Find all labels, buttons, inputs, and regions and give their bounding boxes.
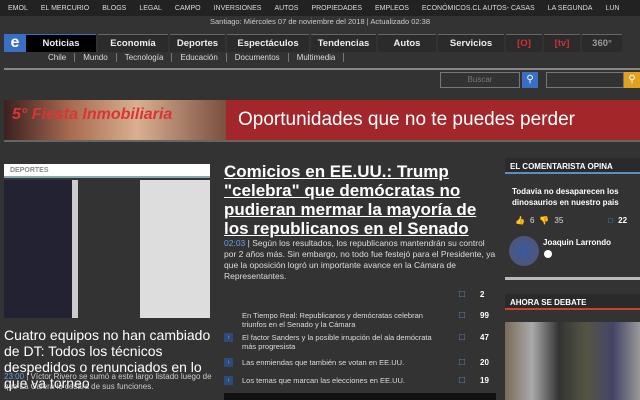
divider — [4, 68, 640, 70]
top-link[interactable]: PROPIEDADES — [311, 5, 362, 12]
comment-count: 22 — [618, 216, 628, 225]
headline[interactable]: Comicios en EE.UU.: Trump "celebra" que … — [224, 162, 494, 238]
top-link[interactable]: INVERSIONES — [214, 5, 262, 12]
votes: 👍 6 👎 35 □ 22 — [515, 216, 627, 225]
story-image[interactable] — [4, 180, 210, 318]
nav-tv-icon[interactable]: [tv] — [544, 34, 580, 52]
sub-nav: Chile Mundo Tecnología Educación Documen… — [40, 53, 345, 62]
story-time: 23:00 — [4, 372, 25, 381]
top-link[interactable]: EMOL — [8, 5, 28, 12]
related-link[interactable]: Las enmiendas que también se votan en EE… — [242, 358, 442, 367]
headline-summary: 02:03 | Según los resultados, los republ… — [224, 238, 496, 282]
comment-icon: □ — [459, 289, 466, 300]
comment-icon: □ — [459, 310, 466, 321]
comment-icon: □ — [459, 357, 466, 368]
nav-espectaculos[interactable]: Espectáculos — [227, 34, 309, 52]
comment-count: 47 — [480, 333, 489, 342]
comment-icon: □ — [459, 332, 466, 343]
top-link[interactable]: LUN — [605, 5, 619, 12]
nav-o-icon[interactable]: [O] — [506, 34, 542, 52]
thumbs-down-icon[interactable]: 👎 — [539, 216, 549, 225]
nav-autos[interactable]: Autos — [378, 34, 436, 52]
subnav-item[interactable]: Multimedia — [289, 53, 345, 62]
opinion-title[interactable]: Todavia no desaparecen los dinosaurios e… — [512, 186, 637, 208]
ad-banner[interactable]: 5° Fiesta Inmobiliaria Oportunidades que… — [4, 100, 640, 142]
main-nav: e Noticias Economía Deportes Espectáculo… — [0, 34, 640, 52]
nav-deportes[interactable]: Deportes — [170, 34, 225, 52]
ad-image: 5° Fiesta Inmobiliaria — [4, 100, 226, 140]
summary-text: | Según los resultados, los republicanos… — [224, 238, 496, 281]
subnav-item[interactable]: Documentos — [227, 53, 289, 62]
search-input[interactable]: Buscar — [440, 72, 520, 88]
top-link[interactable]: LEGAL — [139, 5, 162, 12]
divider — [505, 277, 640, 280]
nav-economia[interactable]: Economía — [98, 34, 168, 52]
comment-icon[interactable]: □ — [608, 216, 613, 225]
nav-tendencias[interactable]: Tendencias — [311, 34, 376, 52]
subnav-item[interactable]: Mundo — [75, 53, 117, 62]
top-link[interactable]: EL MERCURIO — [41, 5, 89, 12]
nav-servicios[interactable]: Servicios — [438, 34, 504, 52]
secondary-search-input[interactable] — [546, 72, 624, 88]
top-link[interactable]: LA SEGUNDA — [548, 5, 593, 12]
ad-text: Oportunidades que no te puedes perder — [226, 100, 640, 140]
comment-count: 20 — [480, 358, 489, 367]
avatar[interactable] — [509, 236, 539, 266]
top-link[interactable]: CAMPO — [175, 5, 201, 12]
debate-header[interactable]: AHORA SE DEBATE — [505, 294, 640, 310]
emol-logo[interactable]: e — [4, 34, 26, 52]
chevron-right-icon: › — [224, 376, 233, 385]
comment-count: 99 — [480, 311, 489, 320]
next-section-bar — [224, 393, 496, 400]
dislike-count: 35 — [554, 216, 564, 225]
subnav-item[interactable]: Tecnología — [117, 53, 173, 62]
subnav-item[interactable]: Chile — [40, 53, 76, 62]
related-link[interactable]: En Tiempo Real: Republicanos y demócrata… — [242, 311, 442, 329]
headline-time: 02:03 — [224, 238, 246, 248]
section-header[interactable]: DEPORTES — [4, 164, 210, 178]
top-link[interactable]: EMPLEOS — [375, 5, 409, 12]
top-links-bar: EMOL EL MERCURIO BLOGS LEGAL CAMPO INVER… — [0, 0, 640, 16]
date-line: Santiago: Miércoles 07 de noviembre del … — [209, 17, 430, 26]
subnav-item[interactable]: Educación — [172, 53, 227, 62]
badge-icon — [544, 250, 552, 258]
comment-icon: □ — [459, 375, 466, 386]
comment-count: 2 — [480, 290, 485, 299]
chevron-right-icon: › — [224, 358, 233, 367]
opina-header[interactable]: EL COMENTARISTA OPINA — [505, 158, 640, 174]
thumbs-up-icon[interactable]: 👍 — [515, 216, 525, 225]
nav-noticias[interactable]: Noticias — [26, 34, 96, 52]
top-link[interactable]: ECONÓMICOS.CL AUTOS- CASAS — [422, 5, 535, 12]
author-name[interactable]: Joaquin Larrondo — [543, 238, 611, 247]
summary-text: | Víctor Rivero se sumó a este largo lis… — [4, 372, 212, 391]
related-link[interactable]: Los temas que marcan las elecciones en E… — [242, 376, 442, 385]
comment-count: 19 — [480, 376, 489, 385]
like-count: 6 — [529, 216, 535, 225]
top-link[interactable]: AUTOS — [274, 5, 298, 12]
chevron-right-icon: › — [224, 333, 233, 342]
ad-brand: 5° Fiesta Inmobiliaria — [12, 106, 173, 123]
debate-image[interactable] — [505, 322, 640, 400]
top-link[interactable]: BLOGS — [102, 5, 126, 12]
nav-360-icon[interactable]: 360° — [582, 34, 622, 52]
search-icon[interactable]: ⚲ — [522, 72, 538, 88]
related-link[interactable]: El factor Sanders y la posible irrupción… — [242, 333, 442, 351]
search-icon[interactable]: ⚲ — [624, 72, 640, 88]
story-summary: 23:00 | Víctor Rivero se sumó a este lar… — [4, 372, 216, 392]
